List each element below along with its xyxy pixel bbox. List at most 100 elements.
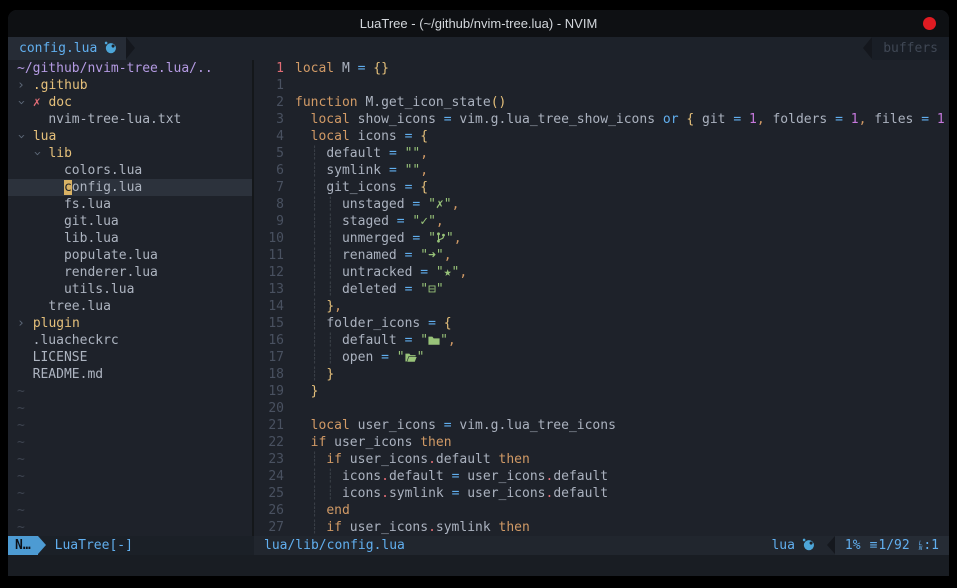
line-number: 11 xyxy=(254,247,284,264)
lines-icon: ≡ xyxy=(870,536,878,555)
line-number: 8 xyxy=(254,196,284,213)
mode-arrow-icon xyxy=(38,536,46,554)
tree-item-plugin[interactable]: › plugin xyxy=(8,315,252,332)
code-line[interactable]: 3 local show_icons = vim.g.lua_tree_show… xyxy=(254,111,949,128)
scroll-percent: 1% xyxy=(845,536,861,555)
close-button[interactable] xyxy=(923,17,936,30)
code-line[interactable]: 7 ┊ git_icons = { xyxy=(254,179,949,196)
code-line[interactable]: 12 ┊ ┊ untracked = "★", xyxy=(254,264,949,281)
tree-item-lib[interactable]: › lib xyxy=(8,145,252,162)
code-line[interactable]: 5 ┊ default = "", xyxy=(254,145,949,162)
line-number-icon: LN xyxy=(919,541,923,551)
code-line[interactable]: 23 ┊ if user_icons.default then xyxy=(254,451,949,468)
empty-line-tilde: ~ xyxy=(8,434,252,451)
tree-item-git.lua[interactable]: git.lua xyxy=(8,213,252,230)
code-line[interactable]: 19 } xyxy=(254,383,949,400)
code-line[interactable]: 15 ┊ folder_icons = { xyxy=(254,315,949,332)
filetype-label: lua xyxy=(771,536,794,555)
chevron-down-icon: › xyxy=(13,99,30,107)
empty-line-tilde: ~ xyxy=(8,502,252,519)
line-number: 18 xyxy=(254,366,284,383)
folder-open-icon xyxy=(405,350,417,365)
tree-item-config.lua[interactable]: config.lua xyxy=(8,179,252,196)
tree-item-tree.lua[interactable]: tree.lua xyxy=(8,298,252,315)
tree-item-nvim-tree-lua.txt[interactable]: nvim-tree-lua.txt xyxy=(8,111,252,128)
code-line[interactable]: 11 ┊ ┊ renamed = "➜", xyxy=(254,247,949,264)
buffers-label[interactable]: buffers xyxy=(872,37,949,60)
tree-item-renderer.lua[interactable]: renderer.lua xyxy=(8,264,252,281)
tree-item-.luacheckrc[interactable]: .luacheckrc xyxy=(8,332,252,349)
empty-line-tilde: ~ xyxy=(8,451,252,468)
code-line[interactable]: 16 ┊ ┊ default = "", xyxy=(254,332,949,349)
tree-item-colors.lua[interactable]: colors.lua xyxy=(8,162,252,179)
line-number: 6 xyxy=(254,162,284,179)
code-line[interactable]: 6 ┊ symlink = "", xyxy=(254,162,949,179)
empty-line-tilde: ~ xyxy=(8,468,252,485)
code-line[interactable]: 13 ┊ ┊ deleted = "⊟" xyxy=(254,281,949,298)
line-number: 19 xyxy=(254,383,284,400)
line-number: 16 xyxy=(254,332,284,349)
tree-item-doc[interactable]: › ✗ doc xyxy=(8,94,252,111)
code-line[interactable]: 21 local user_icons = vim.g.lua_tree_ico… xyxy=(254,417,949,434)
tree-item-.github[interactable]: › .github xyxy=(8,77,252,94)
command-line[interactable] xyxy=(8,555,949,576)
line-number: 17 xyxy=(254,349,284,366)
line-number: 2 xyxy=(254,94,284,111)
code-line[interactable]: 17 ┊ ┊ open = "" xyxy=(254,349,949,366)
tree-item-fs.lua[interactable]: fs.lua xyxy=(8,196,252,213)
buffers-separator-icon xyxy=(863,37,872,59)
code-line[interactable]: 8 ┊ ┊ unstaged = "✗", xyxy=(254,196,949,213)
code-line[interactable]: 14 ┊ }, xyxy=(254,298,949,315)
window-title: LuaTree - (~/github/nvim-tree.lua) - NVI… xyxy=(360,16,598,31)
line-number: 24 xyxy=(254,468,284,485)
code-line[interactable]: 2function M.get_icon_state() xyxy=(254,94,949,111)
code-line[interactable]: 1local M = {} xyxy=(254,60,949,77)
git-branch-icon xyxy=(436,231,446,246)
code-line[interactable]: 25 ┊ ┊ icons.symlink = user_icons.defaul… xyxy=(254,485,949,502)
line-number: 25 xyxy=(254,485,284,502)
tree-item-lib.lua[interactable]: lib.lua xyxy=(8,230,252,247)
statusline-separator-icon xyxy=(827,536,835,554)
chevron-down-icon: › xyxy=(28,150,45,158)
line-number: 20 xyxy=(254,400,284,417)
tab-config-lua[interactable]: config.lua xyxy=(8,37,126,60)
tree-window-name: LuaTree[-] xyxy=(55,536,133,555)
titlebar: LuaTree - (~/github/nvim-tree.lua) - NVI… xyxy=(8,10,949,37)
line-number: 14 xyxy=(254,298,284,315)
code-line[interactable]: 20 xyxy=(254,400,949,417)
tree-item-githubnvim-tree.lua..[interactable]: ~/github/nvim-tree.lua/.. xyxy=(8,60,252,77)
code-line[interactable]: 4 local icons = { xyxy=(254,128,949,145)
line-number: 4 xyxy=(254,128,284,145)
code-line[interactable]: 18 ┊ } xyxy=(254,366,949,383)
mode-indicator: N… xyxy=(8,536,38,555)
code-line[interactable]: 10 ┊ ┊ unmerged = "", xyxy=(254,230,949,247)
line-number: 5 xyxy=(254,145,284,162)
line-number: 27 xyxy=(254,519,284,536)
git-dirty-icon: ✗ xyxy=(33,95,41,110)
tree-item-utils.lua[interactable]: utils.lua xyxy=(8,281,252,298)
code-line[interactable]: 24 ┊ ┊ icons.default = user_icons.defaul… xyxy=(254,468,949,485)
tab-label: config.lua xyxy=(19,41,97,56)
ruler: 1% ≡ 1/92 LN :1 xyxy=(835,536,949,555)
tree-item-LICENSE[interactable]: LICENSE xyxy=(8,349,252,366)
tabline: config.lua buffers xyxy=(8,37,949,60)
code-line[interactable]: 26 ┊ end xyxy=(254,502,949,519)
code-line[interactable]: 9 ┊ ┊ staged = "✓", xyxy=(254,213,949,230)
line-number: 1 xyxy=(254,60,284,77)
statusline-file-segment: lua/lib/config.lua lua 1% ≡ 1/92 LN :1 xyxy=(254,536,949,555)
tab-separator-icon xyxy=(126,37,135,59)
line-position: 1/92 xyxy=(878,536,909,555)
empty-line-tilde: ~ xyxy=(8,400,252,417)
code-line[interactable]: 22 if user_icons then xyxy=(254,434,949,451)
tree-item-populate.lua[interactable]: populate.lua xyxy=(8,247,252,264)
code-line[interactable]: 27 ┊ if user_icons.symlink then xyxy=(254,519,949,536)
line-number: 15 xyxy=(254,315,284,332)
line-number: 23 xyxy=(254,451,284,468)
code-line[interactable]: 1 xyxy=(254,77,949,94)
line-number: 13 xyxy=(254,281,284,298)
chevron-right-icon: › xyxy=(17,315,25,332)
line-number: 3 xyxy=(254,111,284,128)
cursor-column: :1 xyxy=(923,536,939,555)
tree-item-README.md[interactable]: README.md xyxy=(8,366,252,383)
tree-item-lua[interactable]: › lua xyxy=(8,128,252,145)
